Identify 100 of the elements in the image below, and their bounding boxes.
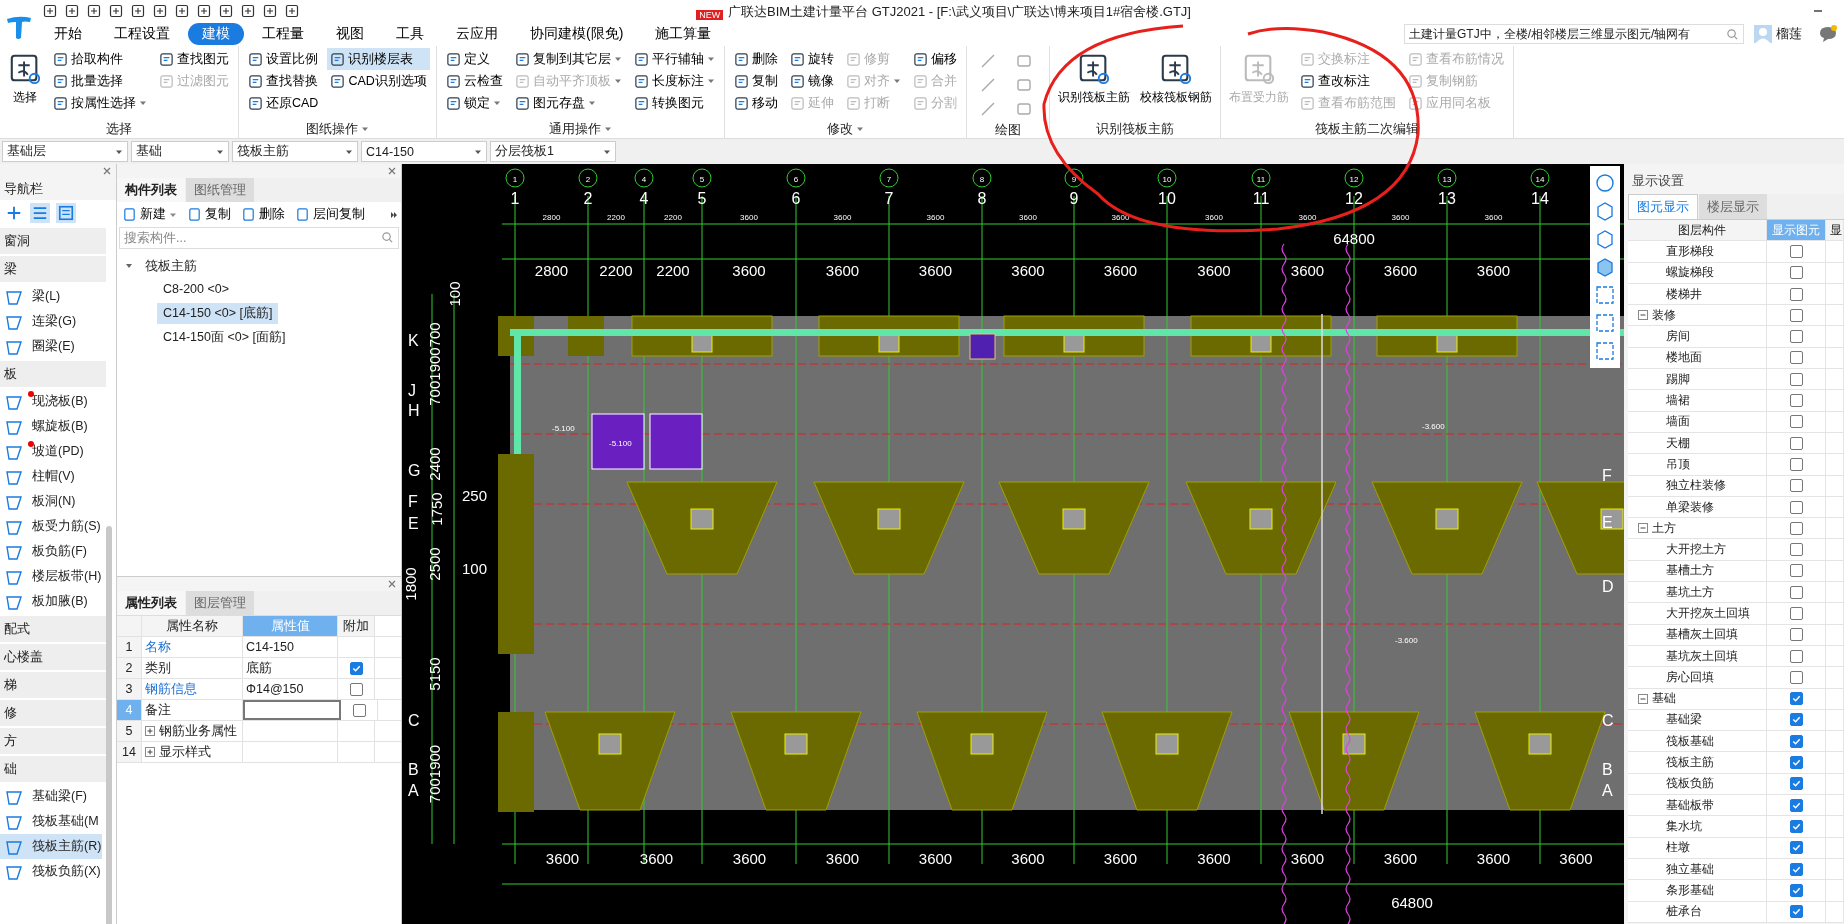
checkbox[interactable] [1789, 287, 1803, 301]
checkbox[interactable] [1789, 415, 1803, 429]
pile-cap[interactable] [1288, 711, 1420, 811]
ribbon-button[interactable]: 查找替换 [245, 70, 322, 92]
nav-item[interactable]: 基础梁(F) [0, 784, 102, 809]
menu-tab[interactable]: 工程设置 [100, 23, 184, 45]
value-input-field[interactable] [243, 700, 341, 720]
ribbon-button[interactable]: 移动 [730, 92, 781, 114]
expand-icon[interactable] [145, 726, 155, 736]
checkbox[interactable] [1789, 607, 1803, 620]
close-icon[interactable] [387, 166, 397, 176]
boundary-line[interactable] [1281, 243, 1287, 924]
tree-item[interactable]: 筏板主筋 [139, 255, 203, 277]
toolbar-icon[interactable] [284, 3, 300, 19]
checkbox[interactable] [1789, 883, 1803, 897]
ribbon-button[interactable]: 识别筏板主筋 [1055, 48, 1132, 110]
checkbox[interactable] [349, 661, 363, 675]
checkbox[interactable] [1789, 862, 1803, 876]
help-search-field[interactable]: 土建计量GTJ中，全楼/相邻楼层三维显示图元/轴网有 [1404, 24, 1744, 44]
view-tool-icon[interactable] [1594, 200, 1616, 222]
ribbon-button[interactable]: 锁定 [442, 92, 506, 114]
scrollbar[interactable] [106, 526, 112, 924]
ribbon-button[interactable]: 旋转 [786, 48, 837, 70]
checkbox[interactable] [1789, 819, 1803, 833]
menu-tab[interactable]: 云应用 [442, 23, 512, 45]
toolbar-icon[interactable] [152, 3, 168, 19]
ribbon-button[interactable]: 拾取构件 [50, 48, 150, 70]
caret-icon[interactable] [360, 125, 369, 133]
checkbox[interactable] [1789, 330, 1803, 344]
ribbon-button[interactable]: 平行辅轴 [630, 48, 718, 70]
toolbar-icon[interactable] [218, 3, 234, 19]
panel-tab[interactable]: 图层管理 [186, 591, 254, 615]
ribbon-button[interactable]: 复制到其它层 [511, 48, 625, 70]
checkbox[interactable] [1789, 713, 1803, 727]
category-header[interactable]: 窗洞 [0, 228, 106, 254]
tree-item[interactable]: C8-200 <0> [157, 280, 236, 298]
nav-item[interactable]: 楼层板带(H) [0, 564, 102, 589]
ribbon-button[interactable]: 批量选择 [50, 70, 150, 92]
toolbar-icon[interactable] [196, 3, 212, 19]
checkbox[interactable] [1789, 841, 1803, 855]
ribbon-button[interactable]: 设置比例 [245, 48, 322, 70]
nav-item[interactable]: 柱帽(V) [0, 464, 102, 489]
category-header[interactable]: 梁 [0, 256, 106, 282]
expand-arrow-icon[interactable] [125, 262, 133, 270]
checkbox[interactable] [1789, 543, 1803, 557]
toolbar-button[interactable]: 复制 [184, 206, 234, 223]
checkbox[interactable] [1789, 905, 1803, 919]
view-tool-icon[interactable] [1594, 228, 1616, 250]
dropdown-field[interactable]: 筏板主筋 [232, 141, 358, 162]
ribbon-button[interactable]: 偏移 [909, 48, 960, 70]
ribbon-button[interactable]: 还原CAD [245, 92, 322, 114]
checkbox[interactable] [1789, 798, 1803, 812]
toolbar-icon[interactable] [108, 3, 124, 19]
checkbox[interactable] [352, 703, 366, 717]
boundary-line[interactable] [1345, 243, 1351, 924]
nav-item[interactable]: 筏板基础(M [0, 809, 102, 834]
toolbar-icon[interactable] [240, 3, 256, 19]
view-tool-icon[interactable] [1594, 340, 1616, 362]
checkbox[interactable] [1789, 564, 1803, 578]
pile-cap[interactable] [1536, 481, 1624, 575]
view-tool-icon[interactable] [1594, 172, 1616, 194]
ribbon-button[interactable]: 查找图元 [156, 48, 232, 70]
checkbox[interactable] [349, 682, 363, 696]
panel-tab[interactable]: 构件列表 [117, 178, 185, 202]
menu-tab[interactable]: 工程量 [248, 23, 318, 45]
ribbon-button[interactable]: 查改标注 [1296, 70, 1399, 92]
ribbon-button[interactable]: 识别楼层表 [327, 48, 430, 70]
more-icon[interactable] [389, 209, 399, 220]
search-field[interactable]: 搜索构件... [119, 227, 399, 249]
toolbar-icon[interactable] [262, 3, 278, 19]
nav-item[interactable]: 圈梁(E) [0, 334, 102, 359]
checkbox[interactable] [1789, 436, 1803, 450]
nav-item[interactable]: 梁(L) [0, 284, 102, 309]
ribbon-button[interactable]: 镜像 [786, 70, 837, 92]
ribbon-button[interactable]: 选择 [6, 48, 44, 110]
ribbon-button[interactable]: 长度标注 [630, 70, 718, 92]
menu-tab[interactable]: 工具 [382, 23, 438, 45]
checkbox[interactable] [1789, 649, 1803, 663]
nav-item[interactable]: 筏板主筋(R) [0, 834, 102, 859]
ribbon-button[interactable]: 图元存盘 [511, 92, 625, 114]
checkbox[interactable] [1789, 394, 1803, 407]
nav-item[interactable]: 坡道(PD) [0, 439, 102, 464]
category-header[interactable]: 修 [0, 700, 106, 726]
dropdown-field[interactable]: 分层筏板1 [490, 141, 616, 162]
menu-tab[interactable]: 施工算量 [641, 23, 726, 45]
expand-icon[interactable] [145, 747, 155, 757]
menu-tab[interactable]: 视图 [322, 23, 378, 45]
category-header[interactable]: 配式 [0, 616, 106, 642]
toolbar-button[interactable]: 层间复制 [292, 206, 368, 223]
ribbon-button[interactable]: 转换图元 [630, 92, 718, 114]
dropdown-field[interactable]: C14-150 [361, 141, 487, 162]
nav-item[interactable]: 板洞(N) [0, 489, 102, 514]
nav-item[interactable]: 板加腋(B) [0, 589, 102, 614]
ribbon-button[interactable]: 定义 [442, 48, 506, 70]
view-tool-icon[interactable] [1594, 256, 1616, 278]
checkbox[interactable] [1789, 351, 1803, 365]
toolbar-icon[interactable] [64, 3, 80, 19]
panel-tab[interactable]: 楼层显示 [1699, 194, 1767, 219]
caret-icon[interactable] [603, 125, 612, 133]
checkbox[interactable] [1789, 628, 1803, 642]
